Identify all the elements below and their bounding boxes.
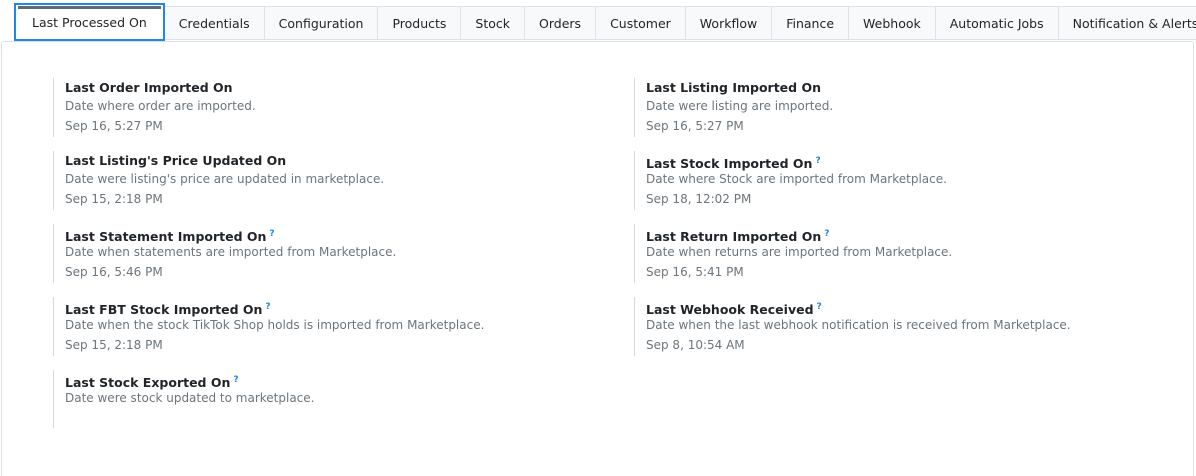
field-description: Date were stock updated to marketplace. [65,391,315,405]
field-title: Last Listing Imported On [646,78,1071,97]
field-title: Last Return Imported On? [646,224,1071,245]
help-tooltip-icon[interactable]: ? [815,156,820,166]
field-title-text: Last Statement Imported On [65,229,267,245]
panel-border-left [1,42,2,476]
field-value: Sep 8, 10:54 AM [646,338,745,352]
tab-orders[interactable]: Orders [525,6,597,40]
field-description: Date when the last webhook notification … [646,318,1071,332]
field-title-text: Last Listing Imported On [646,80,821,95]
field-title-text: Last Stock Imported On [646,156,813,172]
field-title: Last Webhook Received? [646,297,1071,318]
field-description: Date were listing's price are updated in… [65,172,385,186]
field-title: Last Statement Imported On? [65,224,484,245]
help-tooltip-icon[interactable]: ? [265,302,270,312]
tab-finance[interactable]: Finance [772,6,850,40]
tab-credentials[interactable]: Credentials [164,6,265,40]
tab-bar: Last Processed On Credentials Configuratio… [14,3,1196,42]
field-title-text: Last Listing's Price Updated On [65,153,287,168]
field-description: Date where order are imported. [65,99,256,113]
field-description: Date where Stock are imported from Marke… [646,172,947,186]
help-tooltip-icon[interactable]: ? [817,302,822,312]
help-tooltip-icon[interactable]: ? [269,229,274,239]
field-description: Date were listing are imported. [646,99,834,113]
field-value: Sep 18, 12:02 PM [646,192,752,206]
panel-border-right [1193,42,1194,476]
field-title: Last Stock Exported On? [65,370,484,391]
tab-workflow[interactable]: Workflow [685,6,773,40]
field-title-text: Last Return Imported On [646,229,822,245]
help-tooltip-icon[interactable]: ? [233,375,238,385]
tab-notification-alerts[interactable]: Notification & Alerts [1058,6,1196,40]
tab-configuration[interactable]: Configuration [264,6,379,40]
field-value: Sep 15, 2:18 PM [65,338,163,352]
field-item: Last Stock Exported On? Date were stock u… [53,370,484,428]
field-description: Date when the stock TikTok Shop holds is… [65,318,485,332]
tab-customer[interactable]: Customer [596,6,686,40]
field-item: Last Return Imported On? Date when return… [634,224,1071,283]
tab-automatic-jobs[interactable]: Automatic Jobs [935,6,1059,40]
tab-webhook[interactable]: Webhook [849,6,936,40]
field-value: Sep 15, 2:18 PM [65,192,163,206]
field-item: Last Order Imported On Date where order a… [53,78,484,137]
field-item: Last FBT Stock Imported On? Date when the… [53,297,484,356]
field-item: Last Stock Imported On? Date where Stock … [634,151,1071,210]
tab-stock[interactable]: Stock [461,6,526,40]
tab-last-processed-on[interactable]: Last Processed On [14,3,165,41]
tab-products[interactable]: Products [378,6,462,40]
field-value: Sep 16, 5:41 PM [646,265,744,279]
field-item: Last Listing Imported On Date were listin… [634,78,1071,137]
field-title: Last Order Imported On [65,78,484,97]
field-title-text: Last Stock Exported On [65,375,231,391]
field-value: Sep 16, 5:46 PM [65,265,163,279]
field-item: Last Webhook Received? Date when the last… [634,297,1071,356]
field-description: Date when returns are imported from Mark… [646,245,953,259]
field-value: Sep 16, 5:27 PM [646,119,744,133]
field-description: Date when statements are imported from M… [65,245,397,259]
field-title-text: Last Webhook Received [646,302,814,318]
left-column: Last Order Imported On Date where order a… [53,78,484,428]
field-title: Last Listing's Price Updated On [65,151,484,170]
field-title: Last FBT Stock Imported On? [65,297,484,318]
field-title-text: Last FBT Stock Imported On [65,302,263,318]
settings-panel: Last Processed On Credentials Configuratio… [0,0,1196,476]
field-title: Last Stock Imported On? [646,151,1071,172]
field-title-text: Last Order Imported On [65,80,233,95]
field-value: Sep 16, 5:27 PM [65,119,163,133]
help-tooltip-icon[interactable]: ? [824,229,829,239]
right-column: Last Listing Imported On Date were listin… [634,78,1071,356]
field-item: Last Statement Imported On? Date when sta… [53,224,484,283]
field-item: Last Listing's Price Updated On Date were… [53,151,484,210]
